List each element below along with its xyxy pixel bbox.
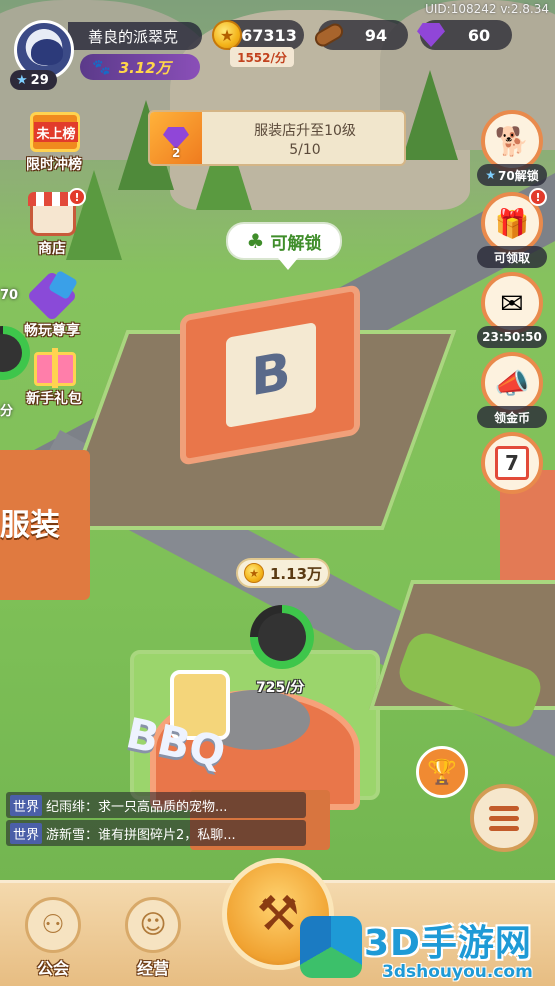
player-fans: 🐾 3.12万: [80, 54, 200, 80]
vip-button[interactable]: 畅玩尊享: [14, 269, 90, 348]
wood-log-icon: [312, 18, 346, 52]
coin-counter[interactable]: ★ 67313: [212, 20, 304, 50]
claim-gift-label: 可领取: [477, 246, 547, 268]
calendar-icon: 7: [481, 432, 543, 494]
hammer-icon: ⚒: [256, 886, 300, 942]
ranking-button[interactable]: 未上榜 限时冲榜: [16, 106, 92, 182]
notification-dot: !: [68, 188, 86, 206]
chat-channel-tag: 世界: [10, 822, 43, 844]
watermark-url: 3dshouyou.com: [382, 962, 533, 982]
bbq-progress-ring: [250, 605, 314, 669]
menu-line: [489, 805, 519, 811]
claim-gift-button[interactable]: 🎁 ! 可领取: [477, 188, 547, 270]
chat-text: 纪雨绯：求一只高品质的宠物...: [46, 799, 228, 815]
wood-counter[interactable]: 94: [312, 20, 408, 50]
quest-progress: 5/10: [289, 142, 321, 158]
bbq-income-bubble[interactable]: ★ 1.13万: [236, 558, 330, 588]
player-name: 善良的派翠克: [68, 22, 202, 50]
clothes-shop-building[interactable]: B: [150, 284, 390, 490]
left-building-income-partial: 70: [0, 288, 19, 303]
vip-gems-icon: [24, 269, 80, 324]
fans-count: 3.12万: [118, 58, 171, 77]
chat-message[interactable]: 世界 纪雨绯：求一只高品质的宠物...: [6, 792, 306, 818]
quest-title: 服装店升至10级: [254, 123, 356, 139]
nav-manage[interactable]: ☺ 经营: [118, 897, 188, 985]
left-clothes-shop[interactable]: 服装: [0, 450, 90, 600]
pet-unlock-button[interactable]: 🐕 ★ 70解锁: [477, 110, 547, 188]
calendar-button[interactable]: 7: [477, 432, 547, 510]
menu-line: [489, 825, 519, 831]
unlock-label: 可解锁: [270, 233, 322, 254]
main-menu-button[interactable]: [470, 784, 538, 852]
notification-dot: !: [529, 188, 547, 206]
pet-unlock-text: 70解锁: [498, 168, 539, 183]
bbq-income-value: 1.13万: [270, 564, 323, 583]
shop-icon: !: [24, 188, 86, 242]
uid-version-label: UID:108242 v:2.8.34: [425, 2, 549, 16]
gem-counter[interactable]: 60: [417, 20, 512, 50]
gem-icon: [414, 18, 448, 52]
bbq-rate: 725/分: [256, 680, 305, 696]
mail-timer-label: 23:50:50: [477, 326, 547, 348]
manage-icon: ☺: [125, 897, 181, 953]
collect-coins-button[interactable]: 📣 领金币: [477, 352, 547, 430]
clothes-shop-sign: 服装: [0, 508, 60, 543]
quest-banner[interactable]: 2 服装店升至10级 5/10: [148, 110, 406, 166]
coin-rate: 1552/分: [230, 47, 294, 67]
megaphone-icon: 📣: [481, 352, 543, 414]
player-profile[interactable]: 善良的派翠克 🐾 3.12万 ★ 29: [8, 18, 204, 90]
world-chat[interactable]: 世界 纪雨绯：求一只高品质的宠物... 世界 游新雪：谁有拼图碎片2，私聊...: [6, 792, 306, 848]
coin-value: 67313: [241, 25, 297, 45]
gem-value: 60: [467, 25, 491, 45]
watermark-title: 3D手游网: [364, 923, 532, 964]
chat-text: 游新雪：谁有拼图碎片2，私聊...: [46, 827, 236, 843]
watermark-logo: [300, 916, 362, 978]
nav-manage-label: 经营: [136, 959, 169, 978]
player-level: 29: [30, 72, 49, 88]
mail-timer-button[interactable]: ✉ 23:50:50: [477, 272, 547, 350]
left-building-rate-partial: 分: [0, 404, 14, 419]
top-hud: UID:108242 v:2.8.34 善良的派翠克 🐾 3.12万 ★ 29 …: [0, 0, 555, 100]
shiba-dog-icon: 🐕: [481, 110, 543, 172]
chat-message[interactable]: 世界 游新雪：谁有拼图碎片2，私聊...: [6, 820, 306, 846]
nav-guild-label: 公会: [36, 959, 69, 978]
paw-icon: 🐾: [92, 58, 111, 76]
gift-box-icon: [26, 340, 82, 392]
trophy-icon: 🏆: [427, 758, 457, 786]
calendar-day: 7: [495, 446, 529, 480]
star-icon: ★: [485, 168, 497, 182]
pet-unlock-label: ★ 70解锁: [477, 164, 547, 186]
letter-icon: ✉: [481, 272, 543, 334]
guild-icon: ⚇: [25, 897, 81, 953]
player-level-badge: ★ 29: [10, 70, 57, 90]
chat-channel-tag: 世界: [10, 794, 43, 816]
trophy-button[interactable]: 🏆: [416, 746, 468, 798]
shop-button[interactable]: ! 商店: [14, 188, 90, 266]
ranking-banner-icon: 未上榜: [26, 106, 82, 158]
star-icon: ★: [16, 72, 28, 88]
tree-icon: ♣: [246, 229, 265, 253]
menu-line: [489, 815, 519, 821]
collect-coins-label: 领金币: [477, 406, 547, 428]
watermark: 3D手游网 3dshouyou.com: [298, 908, 555, 986]
ranking-status: 未上榜: [34, 122, 78, 142]
unlock-bubble[interactable]: ♣ 可解锁: [226, 222, 342, 270]
wood-value: 94: [364, 25, 388, 45]
coin-icon: ★: [244, 563, 264, 583]
avatar-face: [31, 39, 63, 65]
quest-reward-count: 2: [172, 146, 181, 160]
nav-guild[interactable]: ⚇ 公会: [18, 897, 88, 985]
